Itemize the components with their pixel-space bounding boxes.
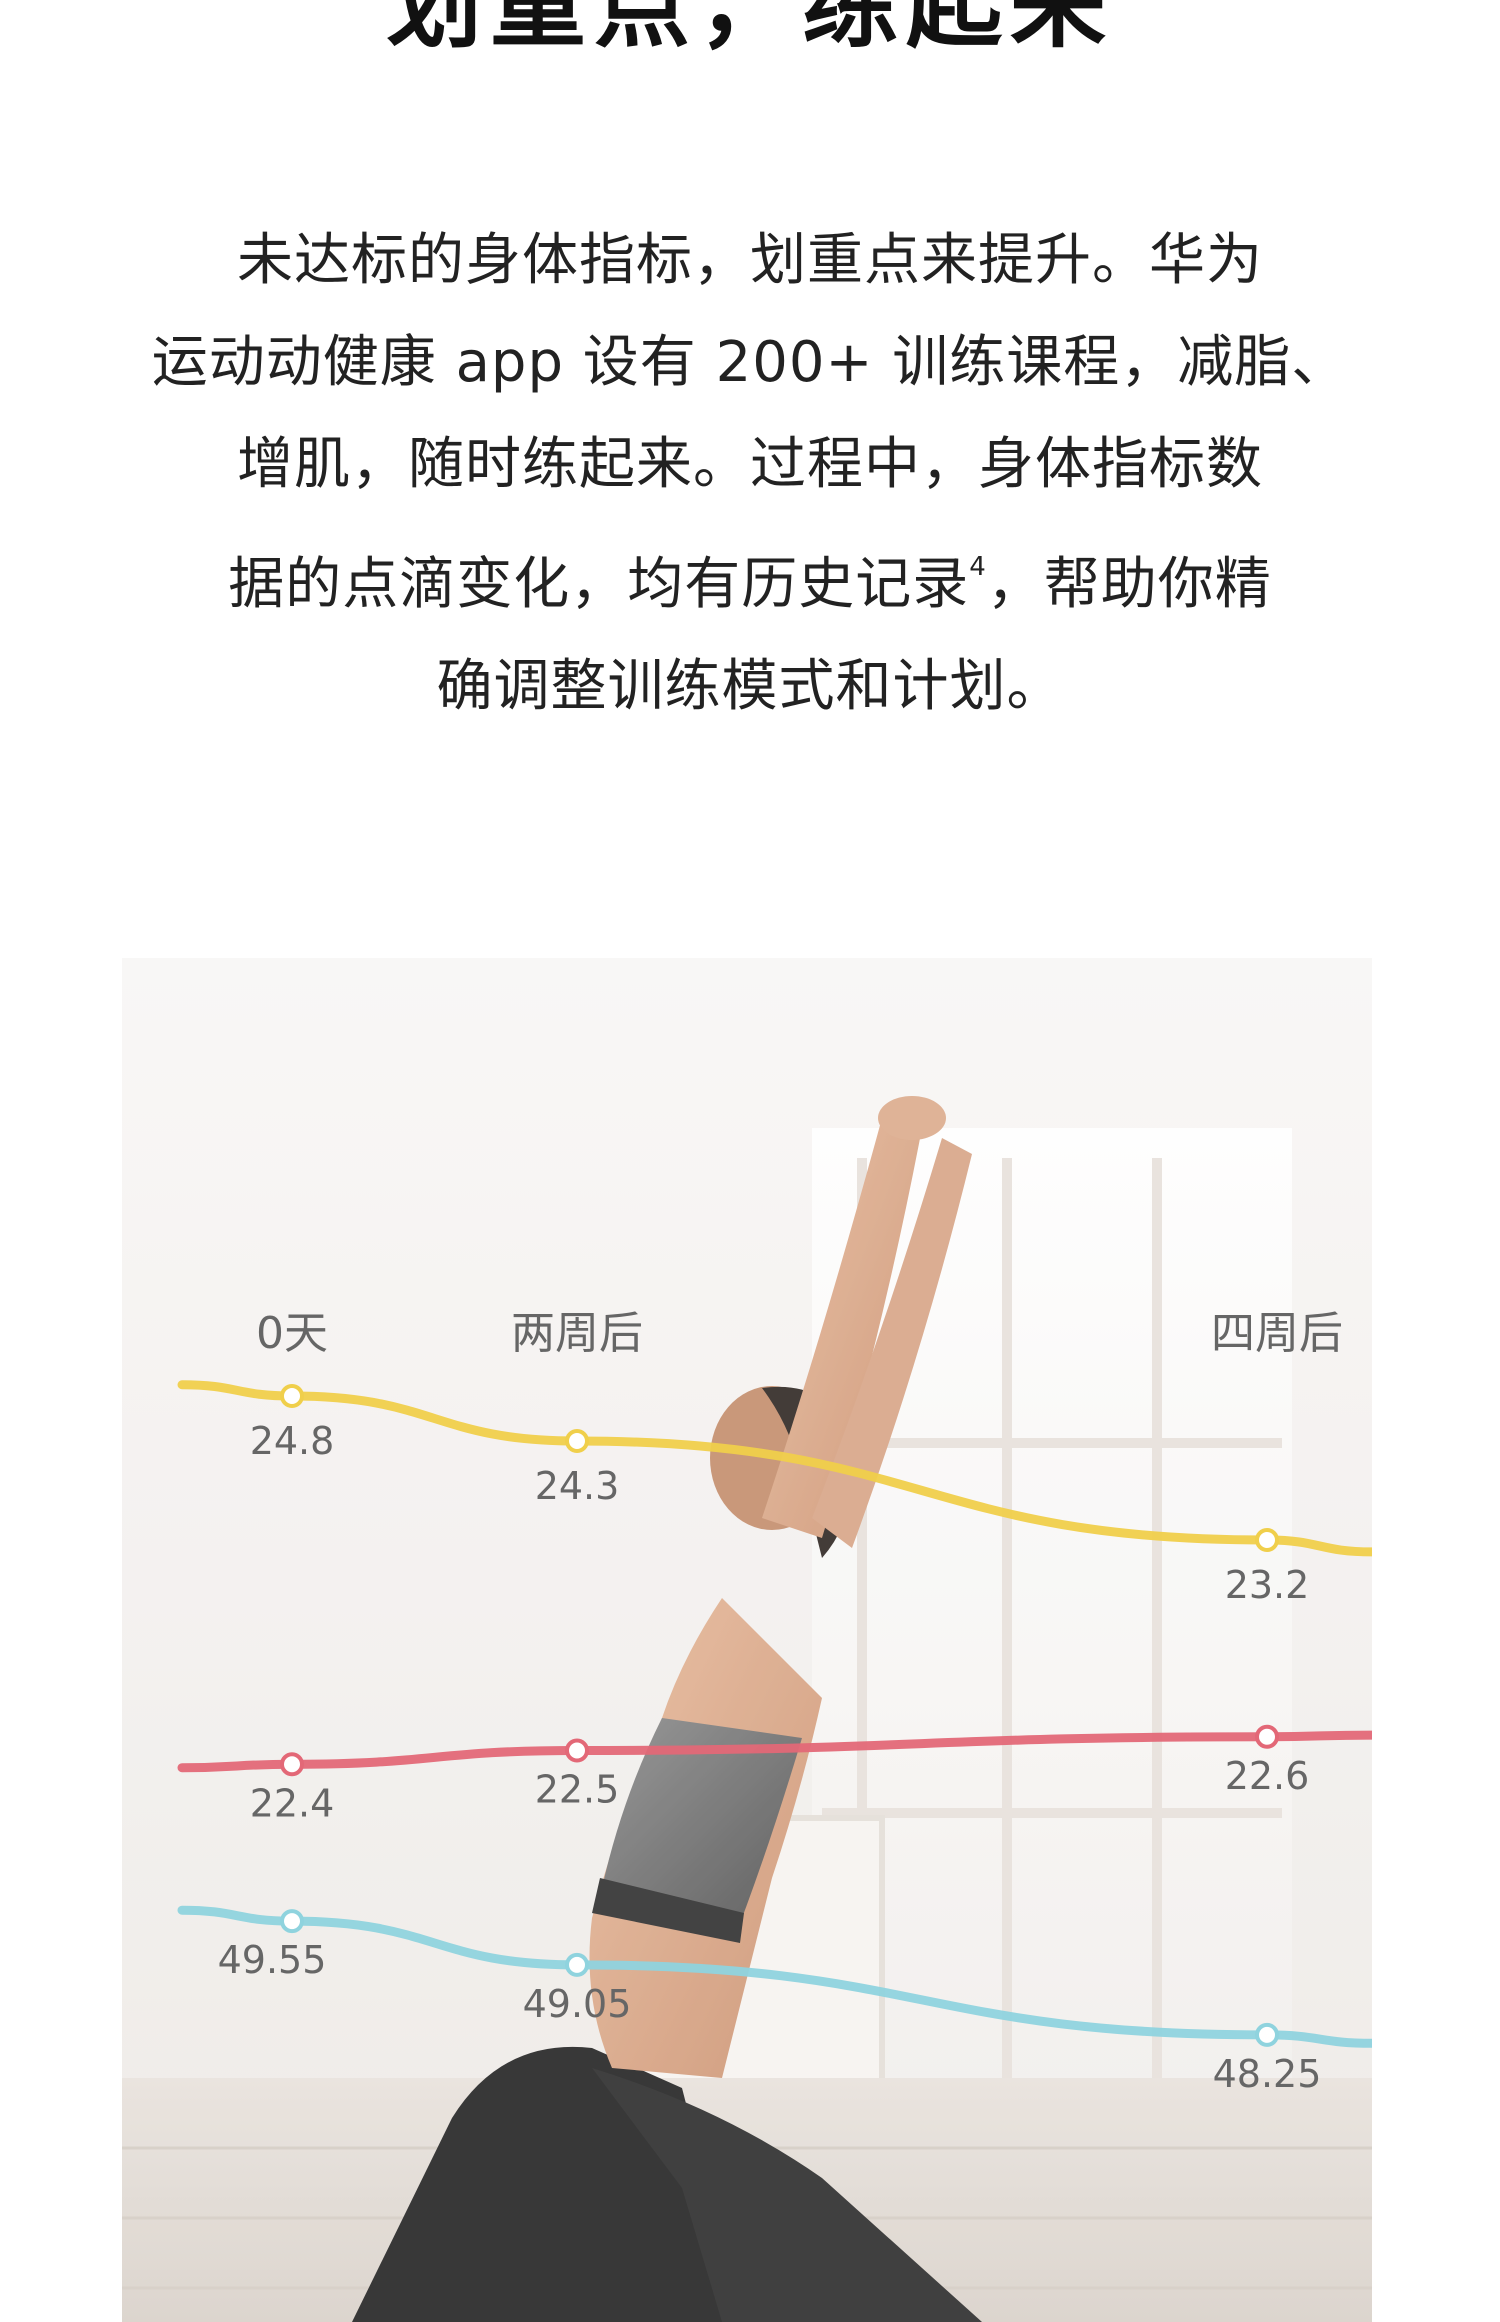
data-label: 22.4 (250, 1781, 335, 1825)
data-label: 23.2 (1225, 1563, 1310, 1607)
data-point (1255, 2022, 1279, 2047)
intro-line-4: 据的点滴变化，均有历史记录4，帮助你精 (120, 516, 1380, 636)
data-point (565, 1952, 589, 1977)
data-label: 24.3 (535, 1464, 620, 1508)
body-metrics-chart: 24.824.323.222.4 22.5 22.649.5549.0548.25 … (122, 958, 1372, 2322)
x-tick-label: 四周后 (1211, 1308, 1343, 1359)
page: 划重点，练起来 未达标的身体指标，划重点来提升。华为 运动动健康 app 设有 … (0, 0, 1500, 2322)
data-point (280, 1752, 304, 1777)
data-point (1255, 1528, 1279, 1552)
intro-line-3: 增肌，随时练起来。过程中，身体指标数 (237, 432, 1263, 497)
data-label: 48.25 (1213, 2052, 1322, 2096)
yoga-photo-card: 24.8 24.3 23.2 22.4 22.5 22.6 49.55 49.05 48.25 … (122, 958, 1372, 2322)
data-point (565, 1738, 589, 1763)
footnote-marker: 4 (969, 552, 987, 582)
x-tick-label: 0天 (256, 1308, 328, 1359)
intro-line-2: 运动动健康 app 设有 200+ 训练课程，减脂、 (151, 330, 1349, 395)
data-label: 22.6 (1225, 1754, 1310, 1798)
intro-paragraph: 未达标的身体指标，划重点来提升。华为 运动动健康 app 设有 200+ 训练课… (120, 210, 1380, 738)
intro-line-1: 未达标的身体指标，划重点来提升。华为 (237, 228, 1263, 293)
data-point (280, 1384, 304, 1408)
data-label: 22.5 (535, 1768, 620, 1812)
intro-line-4-a: 据的点滴变化，均有历史记录 (228, 552, 970, 617)
intro-line-4-b: ，帮助你精 (986, 552, 1272, 617)
data-label: 49.05 (523, 1982, 632, 2026)
data-point (1255, 1724, 1279, 1749)
data-point (280, 1909, 304, 1934)
data-point (565, 1429, 589, 1453)
x-tick-label: 两周后 (511, 1308, 643, 1359)
data-label: 49.55 (218, 1938, 327, 1982)
intro-line-5: 确调整训练模式和计划。 (436, 654, 1064, 719)
page-title: 划重点，练起来 (386, 0, 1114, 61)
data-label: 24.8 (250, 1419, 335, 1463)
